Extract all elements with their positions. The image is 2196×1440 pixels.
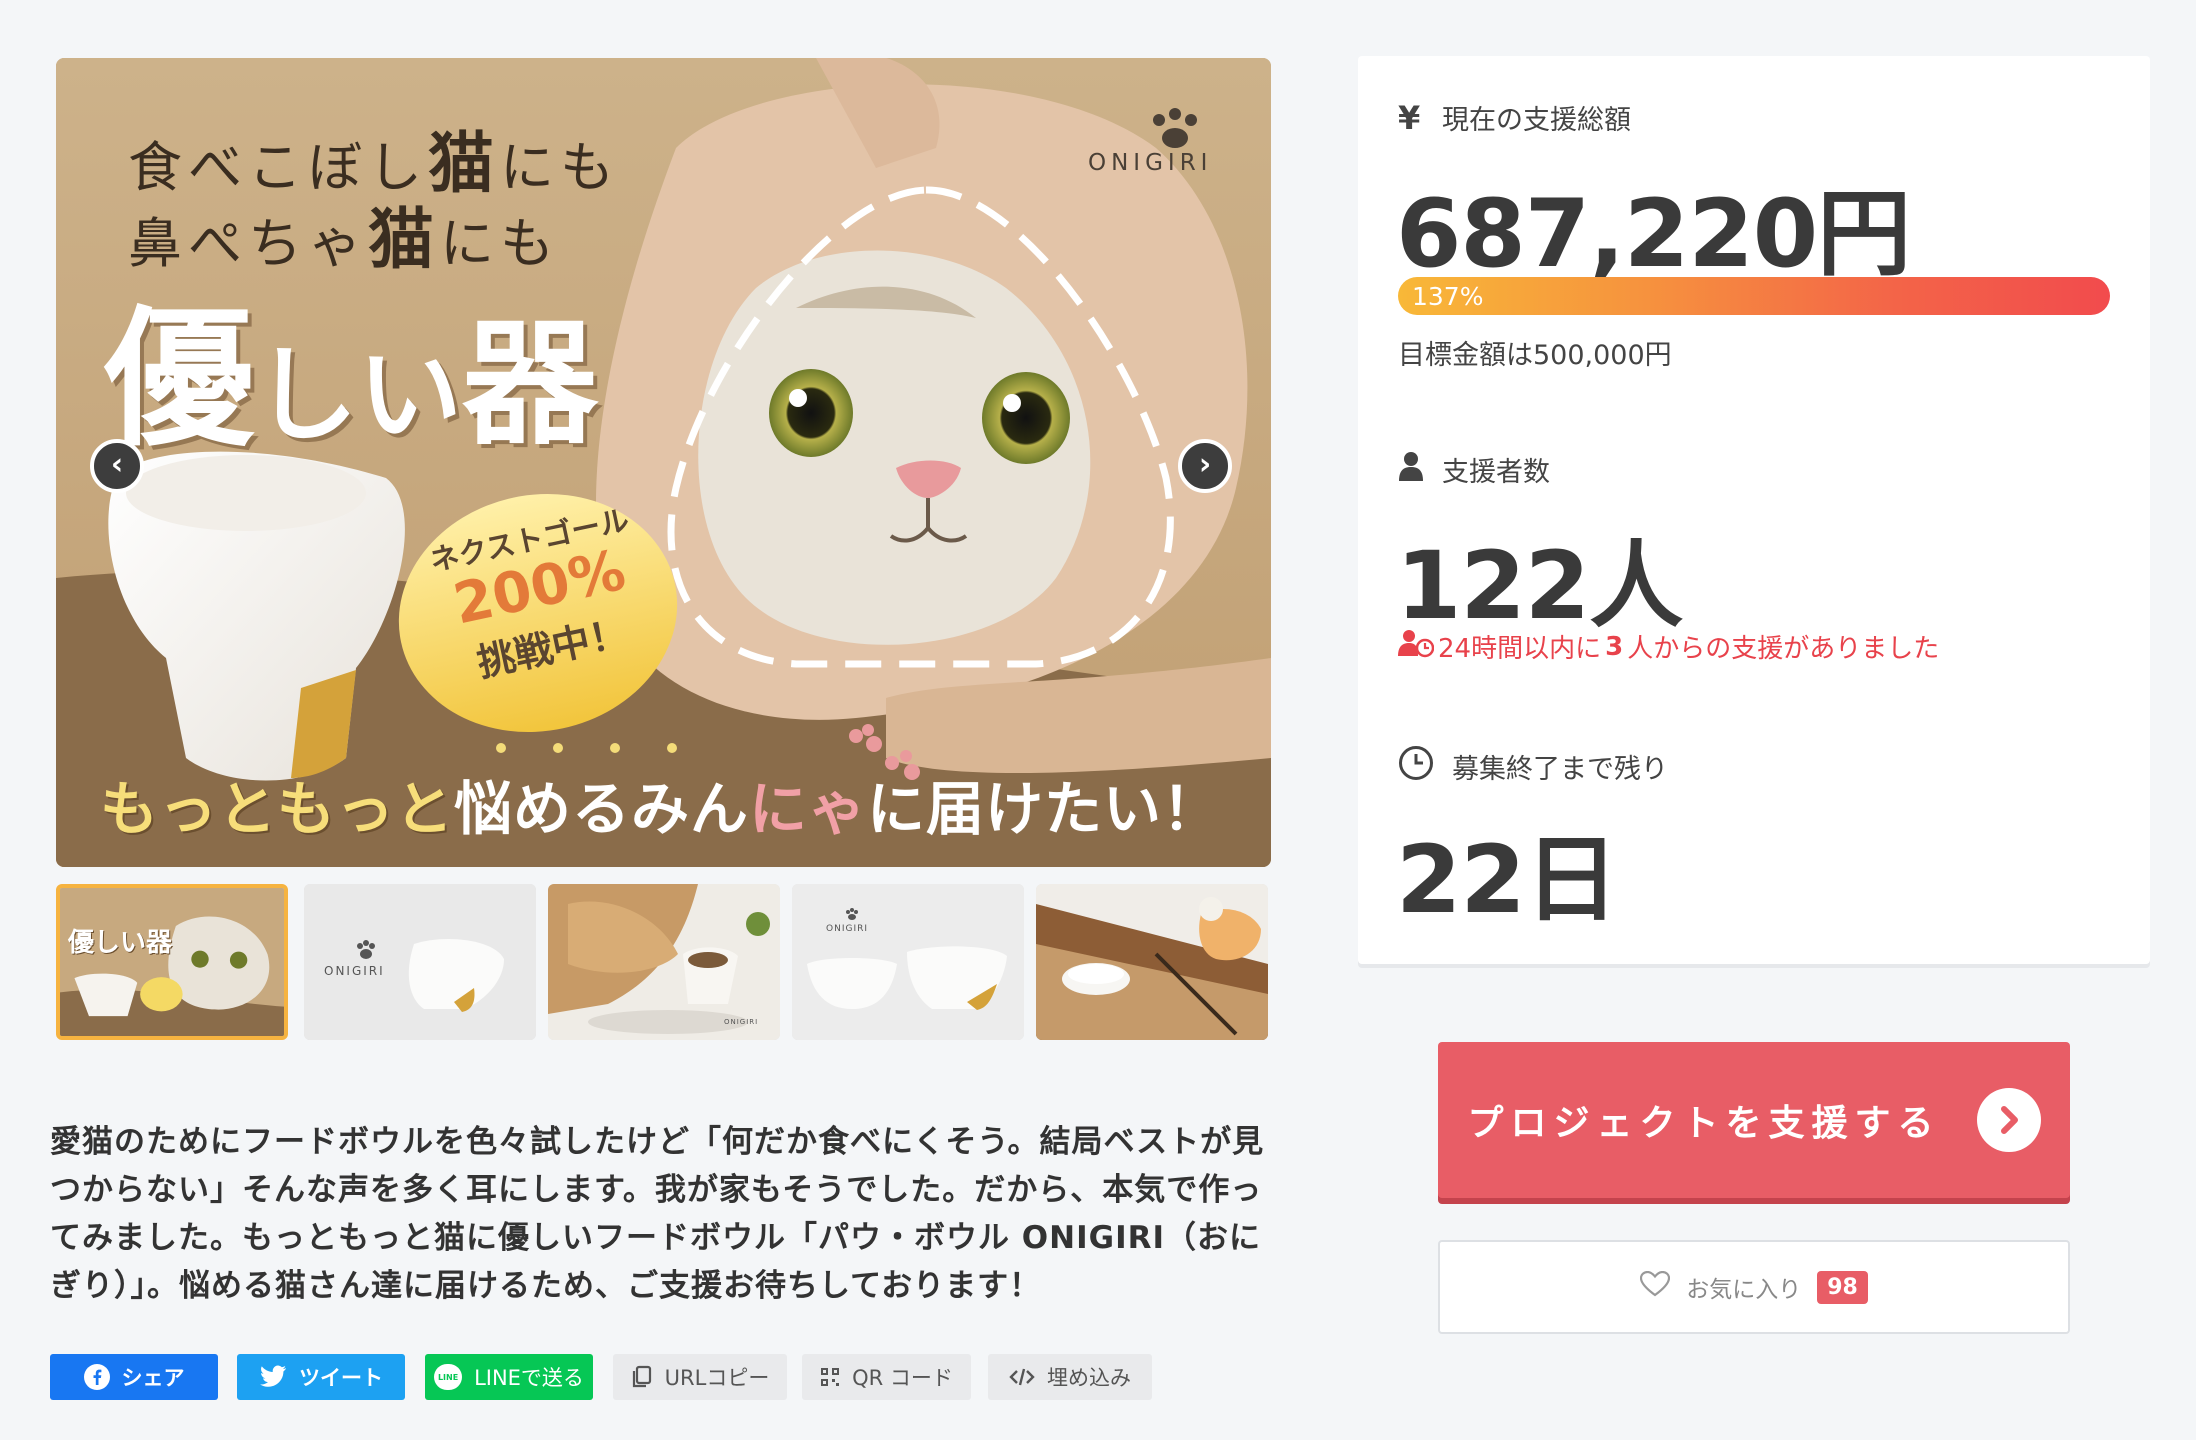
twitter-share-button[interactable]: ツイート [237, 1354, 405, 1400]
recent-text-a: 24時間以内に [1438, 634, 1602, 664]
twitter-share-label: ツイート [299, 1366, 383, 1390]
supporters-label-text: 支援者数 [1442, 457, 1550, 488]
headline-big-b: しい [254, 333, 463, 456]
favorite-count-badge: 98 [1817, 1270, 1868, 1304]
main-gallery-image[interactable]: 食べこぼし猫にも 鼻ぺちゃ猫にも 優しい器 ONIGIRI ネクストゴール 20… [56, 58, 1271, 867]
recent-text-b: 人からの支援がありました [1627, 634, 1940, 664]
thumbnail-4[interactable]: ONIGIRI [792, 884, 1024, 1040]
headline-big-c: 器 [462, 304, 599, 464]
qr-code-button[interactable]: QR コード [802, 1354, 971, 1400]
headline-big: 優しい器 [104, 258, 598, 475]
thumbnail-4-brand: ONIGIRI [826, 924, 869, 934]
total-amount-label-text: 現在の支援総額 [1442, 105, 1631, 136]
progress-percent: 137% [1412, 282, 1484, 311]
url-copy-label: URLコピー [664, 1366, 770, 1390]
recent-count: 3 [1605, 631, 1624, 662]
user-clock-icon [1398, 628, 1435, 665]
embed-label: 埋め込み [1047, 1366, 1131, 1390]
bottom-text-c: にゃ [749, 775, 868, 843]
bottom-banner-text: もっともっと悩めるみんにゃに届けたい！ [100, 762, 1221, 846]
brand-logo: ONIGIRI [1088, 150, 1213, 176]
thumbnail-1[interactable]: 優しい器 [56, 884, 288, 1040]
remaining-label: 募集終了まで残り [1398, 745, 1668, 788]
line-share-button[interactable]: LINE LINEで送る [425, 1354, 593, 1400]
clock-icon [1398, 745, 1434, 788]
remaining-label-text: 募集終了まで残り [1452, 754, 1668, 785]
project-description: 愛猫のためにフードボウルを色々試したけど「何だか食べにくそう。結局ベストが見つか… [50, 1124, 1265, 1304]
bottom-text-d: に届けたい！ [867, 775, 1222, 843]
next-arrow-button[interactable]: › [1178, 439, 1232, 493]
code-icon [1009, 1367, 1035, 1387]
heart-icon [1640, 1270, 1671, 1303]
twitter-bird-icon [259, 1365, 287, 1389]
url-copy-button[interactable]: URLコピー [613, 1354, 787, 1400]
thumbnail-3[interactable]: ONIGIRI [548, 884, 780, 1040]
bottom-text-b: 悩めるみん [454, 775, 750, 843]
bottom-text-a: もっともっと [100, 775, 455, 843]
progress-bar [1398, 277, 2110, 315]
thumbnail-3-brand: ONIGIRI [724, 1018, 759, 1026]
chevron-right-icon: › [1198, 446, 1212, 482]
thumbnail-2-brand: ONIGIRI [324, 964, 385, 978]
thumbnail-2[interactable]: ONIGIRI [304, 884, 536, 1040]
total-amount-label: ¥ 現在の支援総額 [1398, 98, 1631, 137]
line-share-label: LINEで送る [474, 1366, 584, 1390]
copy-icon [631, 1365, 653, 1389]
prev-arrow-button[interactable]: ‹ [90, 439, 144, 493]
supporters-count: 122人 [1396, 532, 1683, 641]
thumbnail-5[interactable] [1036, 884, 1268, 1040]
chevron-left-icon: ‹ [110, 446, 124, 482]
embed-button[interactable]: 埋め込み [988, 1354, 1152, 1400]
qr-code-label: QR コード [852, 1366, 953, 1390]
support-project-button[interactable]: プロジェクトを支援する [1438, 1042, 2070, 1198]
yen-icon: ¥ [1398, 98, 1421, 137]
facebook-share-button[interactable]: シェア [50, 1354, 218, 1400]
qr-code-icon [820, 1367, 840, 1387]
supporters-label: 支援者数 [1398, 450, 1550, 489]
remaining-days: 22日 [1396, 826, 1619, 935]
facebook-share-label: シェア [121, 1366, 185, 1390]
total-amount: 687,220円 [1396, 180, 1911, 289]
recent-supporters-notice: 24時間以内に 3 人からの支援がありました [1398, 628, 1939, 665]
goal-amount-text: 目標金額は500,000円 [1398, 340, 1672, 371]
support-project-label: プロジェクトを支援する [1467, 1103, 1941, 1144]
line-icon: LINE [434, 1364, 463, 1390]
favorite-button[interactable]: お気に入り 98 [1438, 1240, 2070, 1334]
thumbnail-1-label: 優しい器 [68, 928, 173, 958]
user-icon [1398, 450, 1424, 489]
arrow-right-icon [1976, 1088, 2041, 1152]
facebook-icon [83, 1364, 110, 1390]
favorite-label: お気に入り [1686, 1277, 1802, 1303]
